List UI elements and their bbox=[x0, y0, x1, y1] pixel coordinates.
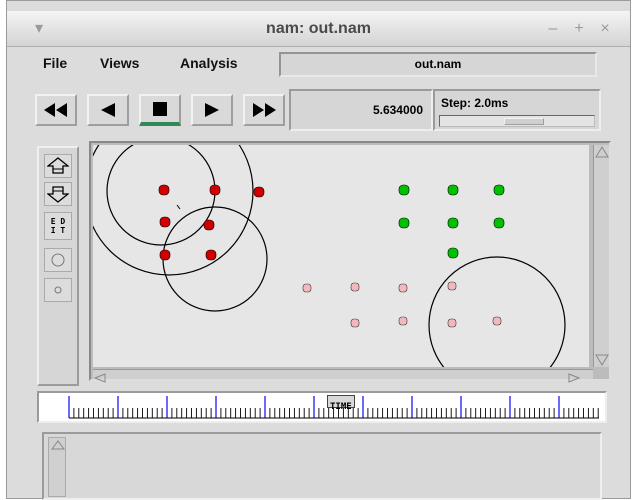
zoom-out-button[interactable] bbox=[44, 182, 72, 206]
node[interactable] bbox=[253, 186, 265, 198]
play-icon bbox=[205, 103, 219, 117]
zoom-in-button[interactable] bbox=[44, 154, 72, 178]
horizontal-scrollbar[interactable] bbox=[93, 369, 593, 383]
node[interactable] bbox=[398, 316, 408, 326]
node[interactable] bbox=[447, 318, 457, 328]
range-circle bbox=[428, 256, 566, 367]
edit-label-line1: E D bbox=[50, 217, 66, 226]
node[interactable] bbox=[447, 184, 459, 196]
node[interactable] bbox=[447, 247, 459, 259]
vertical-scrollbar[interactable] bbox=[593, 145, 609, 367]
time-display: 5.634000 bbox=[289, 89, 433, 131]
nam-window: ▾ nam: out.nam – + × File Views Analysis… bbox=[6, 0, 631, 500]
menu-analysis[interactable]: Analysis bbox=[180, 53, 238, 73]
step-control: Step: 2.0ms bbox=[433, 89, 601, 131]
zoom-in-icon bbox=[47, 157, 69, 174]
step-label: Step: 2.0ms bbox=[441, 96, 509, 110]
edit-label-line2: I T bbox=[50, 226, 66, 235]
node[interactable] bbox=[203, 219, 215, 231]
window-title: nam: out.nam bbox=[266, 20, 371, 37]
zoom-out-icon bbox=[47, 186, 69, 203]
node[interactable] bbox=[447, 217, 459, 229]
time-marker-label: TIME bbox=[330, 402, 352, 412]
small-circle-icon bbox=[54, 286, 62, 294]
node[interactable] bbox=[398, 184, 410, 196]
time-ruler bbox=[68, 396, 599, 419]
node[interactable] bbox=[205, 249, 217, 261]
node[interactable] bbox=[447, 281, 457, 291]
node[interactable] bbox=[159, 216, 171, 228]
close-icon[interactable]: × bbox=[595, 19, 615, 39]
panel-scrollbar[interactable] bbox=[48, 437, 66, 497]
node[interactable] bbox=[492, 316, 502, 326]
network-animation bbox=[93, 145, 566, 367]
step-slider-thumb[interactable] bbox=[504, 118, 544, 125]
menu-views[interactable]: Views bbox=[100, 53, 139, 73]
step-slider[interactable] bbox=[439, 115, 595, 127]
packet-mark bbox=[176, 204, 181, 210]
network-canvas-frame bbox=[89, 141, 611, 383]
stop-button[interactable] bbox=[139, 94, 181, 126]
node[interactable] bbox=[350, 318, 360, 328]
fast-forward-button[interactable] bbox=[243, 94, 285, 126]
node[interactable] bbox=[302, 283, 312, 293]
title-bar[interactable]: ▾ nam: out.nam – + × bbox=[7, 11, 630, 47]
red-node-group bbox=[158, 184, 265, 261]
play-button[interactable] bbox=[191, 94, 233, 126]
edit-button[interactable]: E D I T bbox=[44, 212, 72, 240]
node[interactable] bbox=[158, 184, 170, 196]
tool-column: E D I T bbox=[37, 146, 79, 386]
step-back-button[interactable] bbox=[87, 94, 129, 126]
scroll-up-icon bbox=[51, 440, 65, 450]
range-circle bbox=[93, 145, 254, 276]
green-node-group bbox=[398, 184, 505, 259]
node[interactable] bbox=[398, 217, 410, 229]
node[interactable] bbox=[209, 184, 221, 196]
step-back-icon bbox=[101, 103, 115, 117]
scroll-arrows-icon bbox=[93, 373, 581, 383]
circle-tool-button[interactable] bbox=[44, 248, 72, 272]
node[interactable] bbox=[493, 184, 505, 196]
node[interactable] bbox=[398, 283, 408, 293]
network-canvas[interactable] bbox=[93, 145, 589, 367]
filename-display: out.nam bbox=[279, 52, 597, 77]
node[interactable] bbox=[350, 282, 360, 292]
menu-file[interactable]: File bbox=[43, 53, 67, 73]
stop-icon bbox=[153, 102, 167, 116]
annotation-panel bbox=[42, 432, 602, 500]
pink-node-group bbox=[302, 281, 502, 328]
minimize-icon[interactable]: – bbox=[543, 19, 563, 39]
time-marker[interactable]: TIME bbox=[327, 395, 355, 412]
node[interactable] bbox=[159, 249, 171, 261]
range-circle bbox=[106, 145, 216, 246]
small-circle-tool-button[interactable] bbox=[44, 278, 72, 302]
circle-icon bbox=[51, 253, 65, 267]
fast-forward-icon bbox=[253, 103, 276, 117]
maximize-icon[interactable]: + bbox=[569, 19, 589, 39]
rewind-button[interactable] bbox=[35, 94, 77, 126]
timeline-slider[interactable]: TIME bbox=[37, 391, 607, 423]
scroll-arrows-icon bbox=[595, 146, 609, 366]
rewind-icon bbox=[44, 103, 67, 117]
node[interactable] bbox=[493, 217, 505, 229]
